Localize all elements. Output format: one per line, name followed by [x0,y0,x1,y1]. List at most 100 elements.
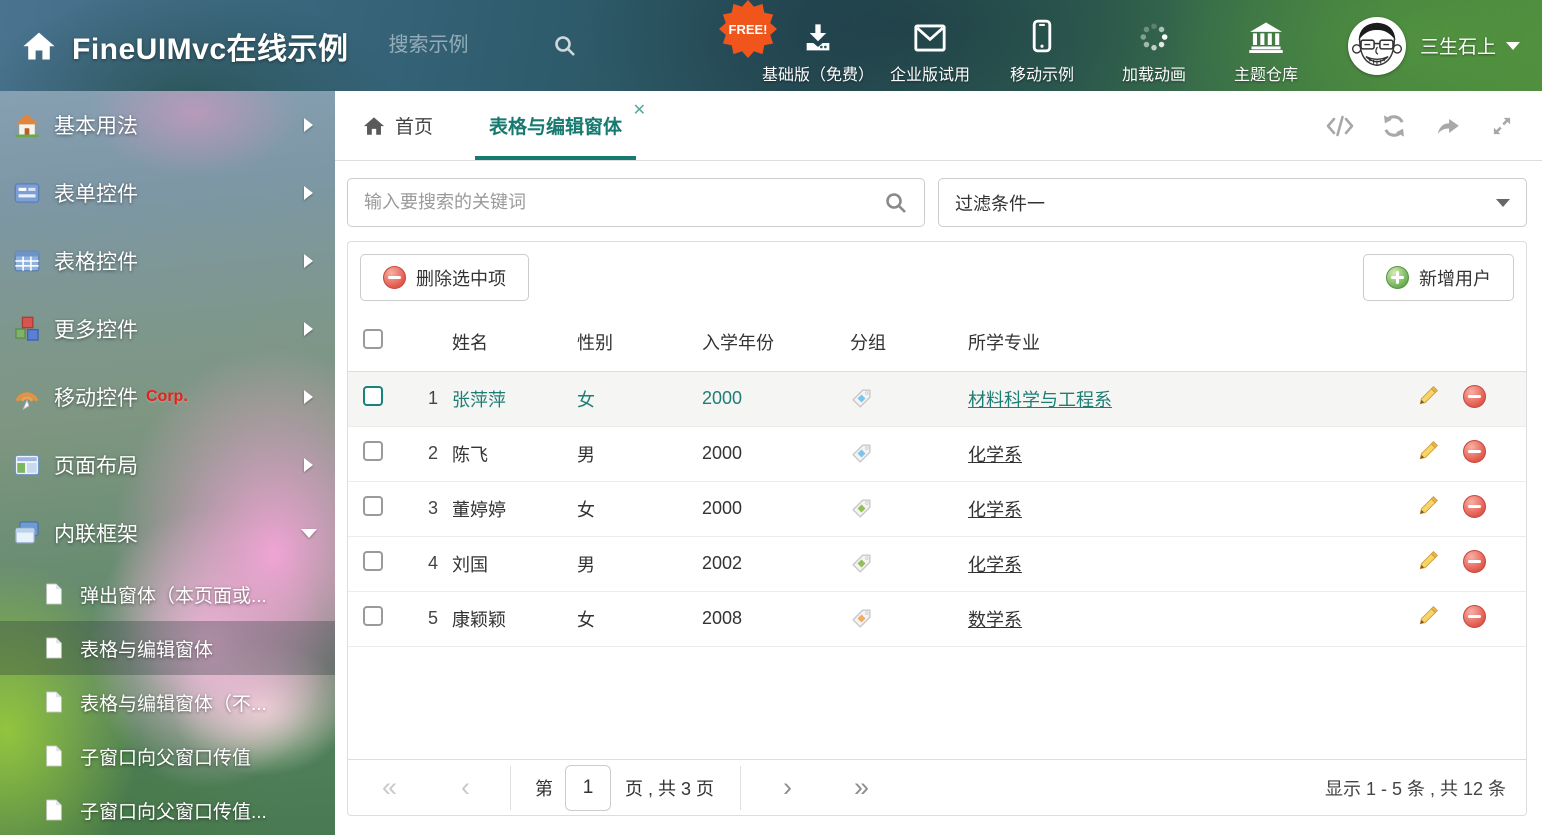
avatar [1348,17,1406,75]
cell-name: 陈飞 [452,426,577,481]
tab-grid-edit-window[interactable]: 表格与编辑窗体 ✕ [463,91,648,160]
sidebar-item-grid-controls[interactable]: 表格控件 [0,227,335,295]
spinner-icon [1138,17,1170,53]
major-link[interactable]: 化学系 [968,445,1022,465]
row-checkbox[interactable] [363,441,383,461]
tab-bar: 首页 表格与编辑窗体 ✕ [335,91,1542,161]
sidebar-subitem-child-to-parent-2[interactable]: 子窗口向父窗口传值... [0,783,335,835]
major-link[interactable]: 材料科学与工程系 [968,390,1112,410]
major-link[interactable]: 化学系 [968,500,1022,520]
sidebar-item-mobile-controls[interactable]: 移动控件 Corp. [0,363,335,431]
delete-icon[interactable] [1463,440,1486,463]
nav-item-label: 移动示例 [1010,61,1074,85]
cell-name: 康颖颖 [452,591,577,646]
nav-item-label: 基础版（免费） [762,61,874,85]
file-icon [44,691,64,713]
row-checkbox[interactable] [363,386,383,406]
row-checkbox[interactable] [363,551,383,571]
keyword-search-input[interactable] [364,192,874,213]
filter-dropdown-value: 过滤条件一 [955,190,1045,216]
sidebar-subitem-child-to-parent[interactable]: 子窗口向父窗口传值 [0,729,335,783]
share-icon[interactable] [1434,113,1462,139]
file-icon [44,637,64,659]
col-header-major: 所学专业 [968,313,1414,371]
search-icon[interactable] [553,34,577,58]
first-page-button[interactable]: « [382,774,397,801]
nav-item-mobile-demo[interactable]: 移动示例 [986,17,1098,85]
sidebar-subitem-grid-edit-window-2[interactable]: 表格与编辑窗体（不... [0,675,335,729]
edit-icon[interactable] [1417,605,1439,627]
home-icon [363,115,385,137]
select-all-checkbox[interactable] [363,329,383,349]
table-row: 1 张萍萍 女 2000 材料科学与工程系 [348,371,1526,426]
chevron-right-icon [304,254,313,268]
frames-icon [14,520,40,546]
delete-icon[interactable] [1463,385,1486,408]
delete-icon[interactable] [1463,550,1486,573]
cell-name: 刘国 [452,536,577,591]
row-checkbox[interactable] [363,496,383,516]
nav-item-enterprise-trial[interactable]: 企业版试用 [874,17,986,85]
sidebar-item-basic-usage[interactable]: 基本用法 [0,91,335,159]
pagination-bar: « ‹ 第 页 , 共 3 页 › » 显示 1 - 5 条 , 共 12 条 [348,759,1526,815]
header-search [389,34,577,58]
sidebar-subitem-popup-window[interactable]: 弹出窗体（本页面或... [0,567,335,621]
file-icon [44,583,64,605]
edit-icon[interactable] [1417,385,1439,407]
header-nav: FREE! 基础版（免费） [762,7,1322,85]
filter-dropdown[interactable]: 过滤条件一 [938,178,1527,227]
page-number-input[interactable] [565,765,611,811]
tag-icon [850,442,873,465]
nav-item-theme-repo[interactable]: 主题仓库 [1210,17,1322,85]
form-icon [14,180,40,206]
delete-icon[interactable] [1463,605,1486,628]
refresh-icon[interactable] [1380,113,1408,139]
delete-selected-button[interactable]: 删除选中项 [360,254,529,301]
sidebar-item-inline-frame[interactable]: 内联框架 [0,499,335,567]
grid-empty-area [348,647,1526,760]
source-code-icon[interactable] [1326,113,1354,139]
edit-icon[interactable] [1417,440,1439,462]
edit-icon[interactable] [1417,550,1439,572]
cell-name: 董婷婷 [452,481,577,536]
search-icon[interactable] [884,191,908,215]
header-search-input[interactable] [389,34,539,57]
sidebar-item-more-controls[interactable]: 更多控件 [0,295,335,363]
nav-item-label: 主题仓库 [1234,61,1298,85]
app-home-icon[interactable] [22,29,56,63]
tag-icon [850,387,873,410]
chevron-right-icon [304,390,313,404]
nav-item-loading-animation[interactable]: 加载动画 [1098,17,1210,85]
close-icon[interactable]: ✕ [633,103,646,119]
delete-icon[interactable] [1463,495,1486,518]
sidebar-subitem-grid-edit-window[interactable]: 表格与编辑窗体 [0,621,335,675]
last-page-button[interactable]: » [854,774,869,801]
tab-home[interactable]: 首页 [335,91,463,160]
grid-panel: 删除选中项 新增用户 姓名 性别 入学年份 分组 所学专业 [347,241,1527,816]
sidebar-item-form-controls[interactable]: 表单控件 [0,159,335,227]
row-checkbox[interactable] [363,606,383,626]
corp-badge: Corp. [146,388,188,406]
table-row: 2 陈飞 男 2000 化学系 [348,426,1526,481]
sidebar-item-page-layout[interactable]: 页面布局 [0,431,335,499]
user-name: 三生石上 [1420,32,1496,59]
edit-icon[interactable] [1417,495,1439,517]
tag-icon [850,607,873,630]
major-link[interactable]: 化学系 [968,555,1022,575]
download-icon [802,17,834,53]
nav-item-basic-edition[interactable]: 基础版（免费） [762,17,874,85]
chevron-down-icon [301,529,317,538]
major-link[interactable]: 数学系 [968,610,1022,630]
next-page-button[interactable]: › [783,774,792,801]
users-table: 姓名 性别 入学年份 分组 所学专业 1 张萍萍 女 2000 [348,313,1526,647]
col-header-gender: 性别 [577,313,702,371]
record-summary: 显示 1 - 5 条 , 共 12 条 [1325,775,1506,801]
free-badge-label: FREE! [728,22,767,37]
user-menu[interactable]: 三生石上 [1348,17,1520,75]
tag-icon [850,497,873,520]
page-label-prefix: 第 [535,775,553,801]
add-user-button[interactable]: 新增用户 [1363,254,1514,301]
prev-page-button[interactable]: ‹ [461,774,470,801]
tab-actions [1326,91,1542,160]
expand-icon[interactable] [1488,113,1516,139]
